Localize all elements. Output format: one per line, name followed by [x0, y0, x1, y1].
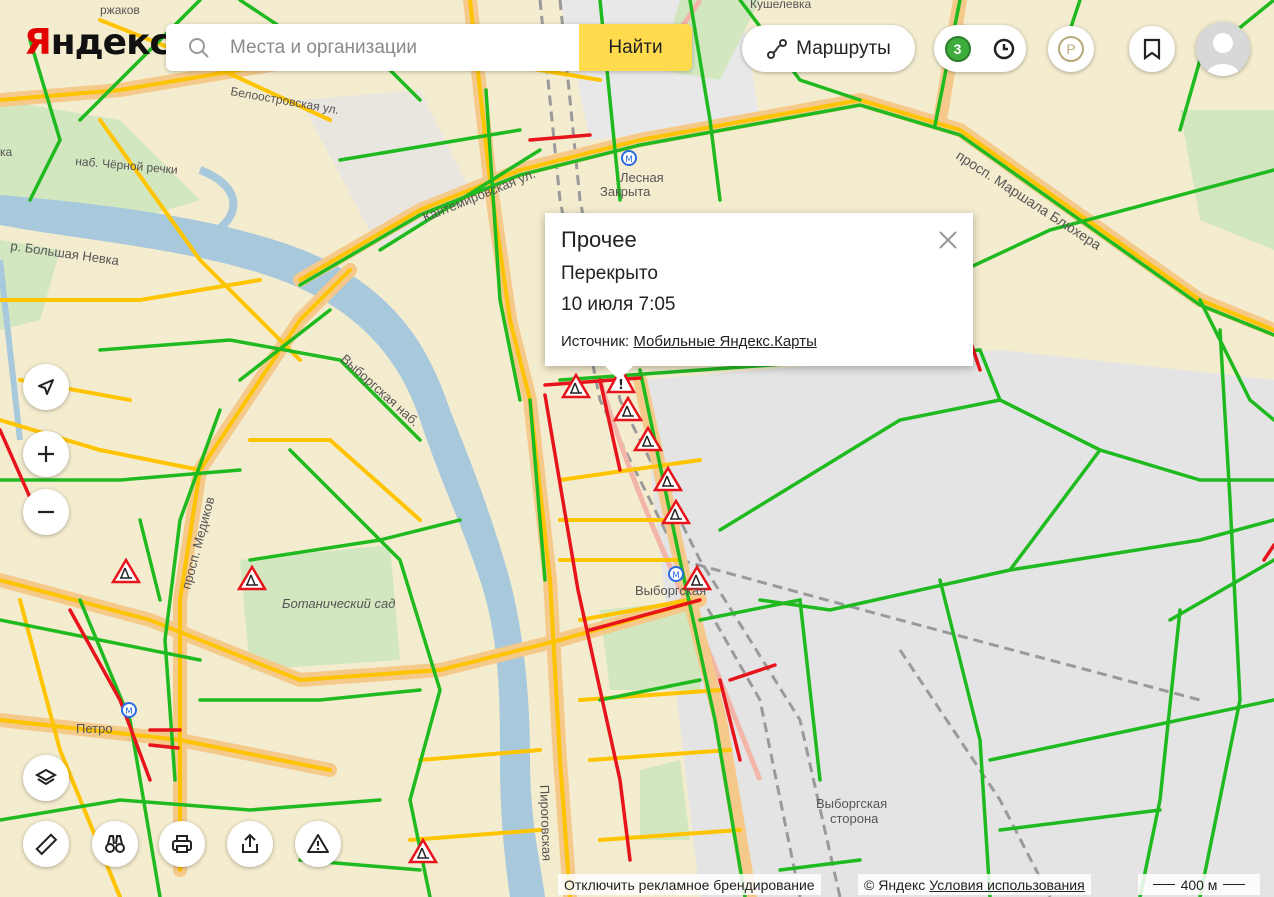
close-icon[interactable]: [937, 229, 959, 251]
popup-title: Прочее: [561, 227, 637, 252]
navigation-arrow-icon: [38, 379, 54, 395]
label-serzhantova: ржаков: [100, 3, 140, 17]
logo-text: ндекс: [50, 22, 171, 63]
routes-button[interactable]: Маршруты: [742, 25, 915, 72]
scale-label: 400 м: [1180, 876, 1218, 893]
scale-line-left: [1152, 884, 1175, 885]
report-issue-button[interactable]: [295, 821, 341, 867]
user-icon: [1206, 33, 1240, 76]
scale-bar: 400 м: [1138, 874, 1260, 895]
panorama-button[interactable]: [92, 821, 138, 867]
disable-branding-text: Отключить рекламное брендирование: [564, 876, 815, 893]
svg-text:М: М: [672, 571, 680, 581]
ruler-button[interactable]: [23, 821, 69, 867]
label-petrogradskaya: Петро: [76, 721, 113, 736]
zoom-in-button[interactable]: [23, 431, 69, 477]
label-vyborgskaya-metro: Выборгская: [635, 583, 706, 598]
label-vyborgskaya-storona-1: Выборгская: [816, 796, 887, 811]
parking-icon: P: [1058, 36, 1084, 62]
label-pirogovskaya: Пироговская: [537, 785, 555, 862]
bookmark-icon: [1143, 38, 1161, 60]
route-icon: [767, 38, 788, 59]
parking-button[interactable]: P: [1048, 26, 1094, 72]
svg-text:P: P: [1066, 41, 1075, 57]
map-canvas[interactable]: М М М ! р. Большая Невка Выборгская наб.…: [0, 0, 1274, 897]
terms-link[interactable]: Условия использования: [929, 877, 1084, 893]
search-icon: [189, 37, 209, 58]
label-botanical-garden: Ботанический сад: [282, 596, 395, 611]
copyright-text: © Яндекс: [864, 876, 926, 893]
layers-button[interactable]: [23, 755, 69, 801]
label-ka: ка: [0, 145, 13, 159]
popup-source: Источник: Мобильные Яндекс.Карты: [561, 333, 817, 350]
popup-datetime: 10 июля 7:05: [561, 294, 676, 315]
plus-icon: [38, 446, 54, 462]
locate-me-button[interactable]: [23, 364, 69, 410]
label-lesnaya: Лесная: [620, 170, 664, 185]
warning-icon: [307, 834, 329, 853]
clock-icon[interactable]: [992, 37, 1016, 61]
label-kushelevka: Кушелевка: [750, 0, 811, 11]
printer-icon: [172, 835, 192, 853]
label-vyborgskaya-storona-2: сторона: [830, 811, 879, 826]
share-button[interactable]: [227, 821, 273, 867]
routes-label: Маршруты: [796, 37, 891, 59]
user-avatar[interactable]: [1196, 22, 1250, 76]
print-button[interactable]: [159, 821, 205, 867]
ruler-icon: [35, 833, 58, 856]
popup-status: Перекрыто: [561, 263, 658, 284]
scale-line-right: [1223, 884, 1246, 885]
popup-source-link[interactable]: Мобильные Яндекс.Карты: [633, 333, 816, 350]
layers-icon: [34, 768, 58, 786]
metro-vyborgskaya-marker: М: [668, 566, 684, 582]
binoculars-icon: [105, 835, 125, 853]
yandex-logo[interactable]: Яндекс: [24, 22, 171, 63]
incident-popup: Прочее Перекрыто 10 июля 7:05 Источник: …: [545, 213, 973, 380]
minus-icon: [38, 510, 54, 514]
share-icon: [242, 833, 258, 853]
copyright-bar: © Яндекс Условия использования: [858, 874, 1091, 895]
search-bar: Найти: [166, 24, 692, 71]
popup-source-label: Источник:: [561, 333, 630, 350]
zoom-out-button[interactable]: [23, 489, 69, 535]
svg-text:М: М: [125, 707, 133, 717]
bookmarks-button[interactable]: [1129, 26, 1175, 72]
svg-text:М: М: [625, 155, 633, 165]
traffic-control: 3: [934, 25, 1026, 72]
metro-lesnaya-marker: М: [621, 150, 637, 166]
traffic-score-badge[interactable]: 3: [944, 35, 971, 62]
metro-petrogradskaya-marker: М: [121, 702, 137, 718]
label-lesnaya-closed: Закрыта: [600, 184, 651, 199]
search-input[interactable]: [228, 35, 572, 60]
svg-text:!: !: [618, 378, 624, 393]
disable-branding-link[interactable]: Отключить рекламное брендирование: [558, 874, 821, 895]
search-button[interactable]: Найти: [579, 24, 692, 71]
